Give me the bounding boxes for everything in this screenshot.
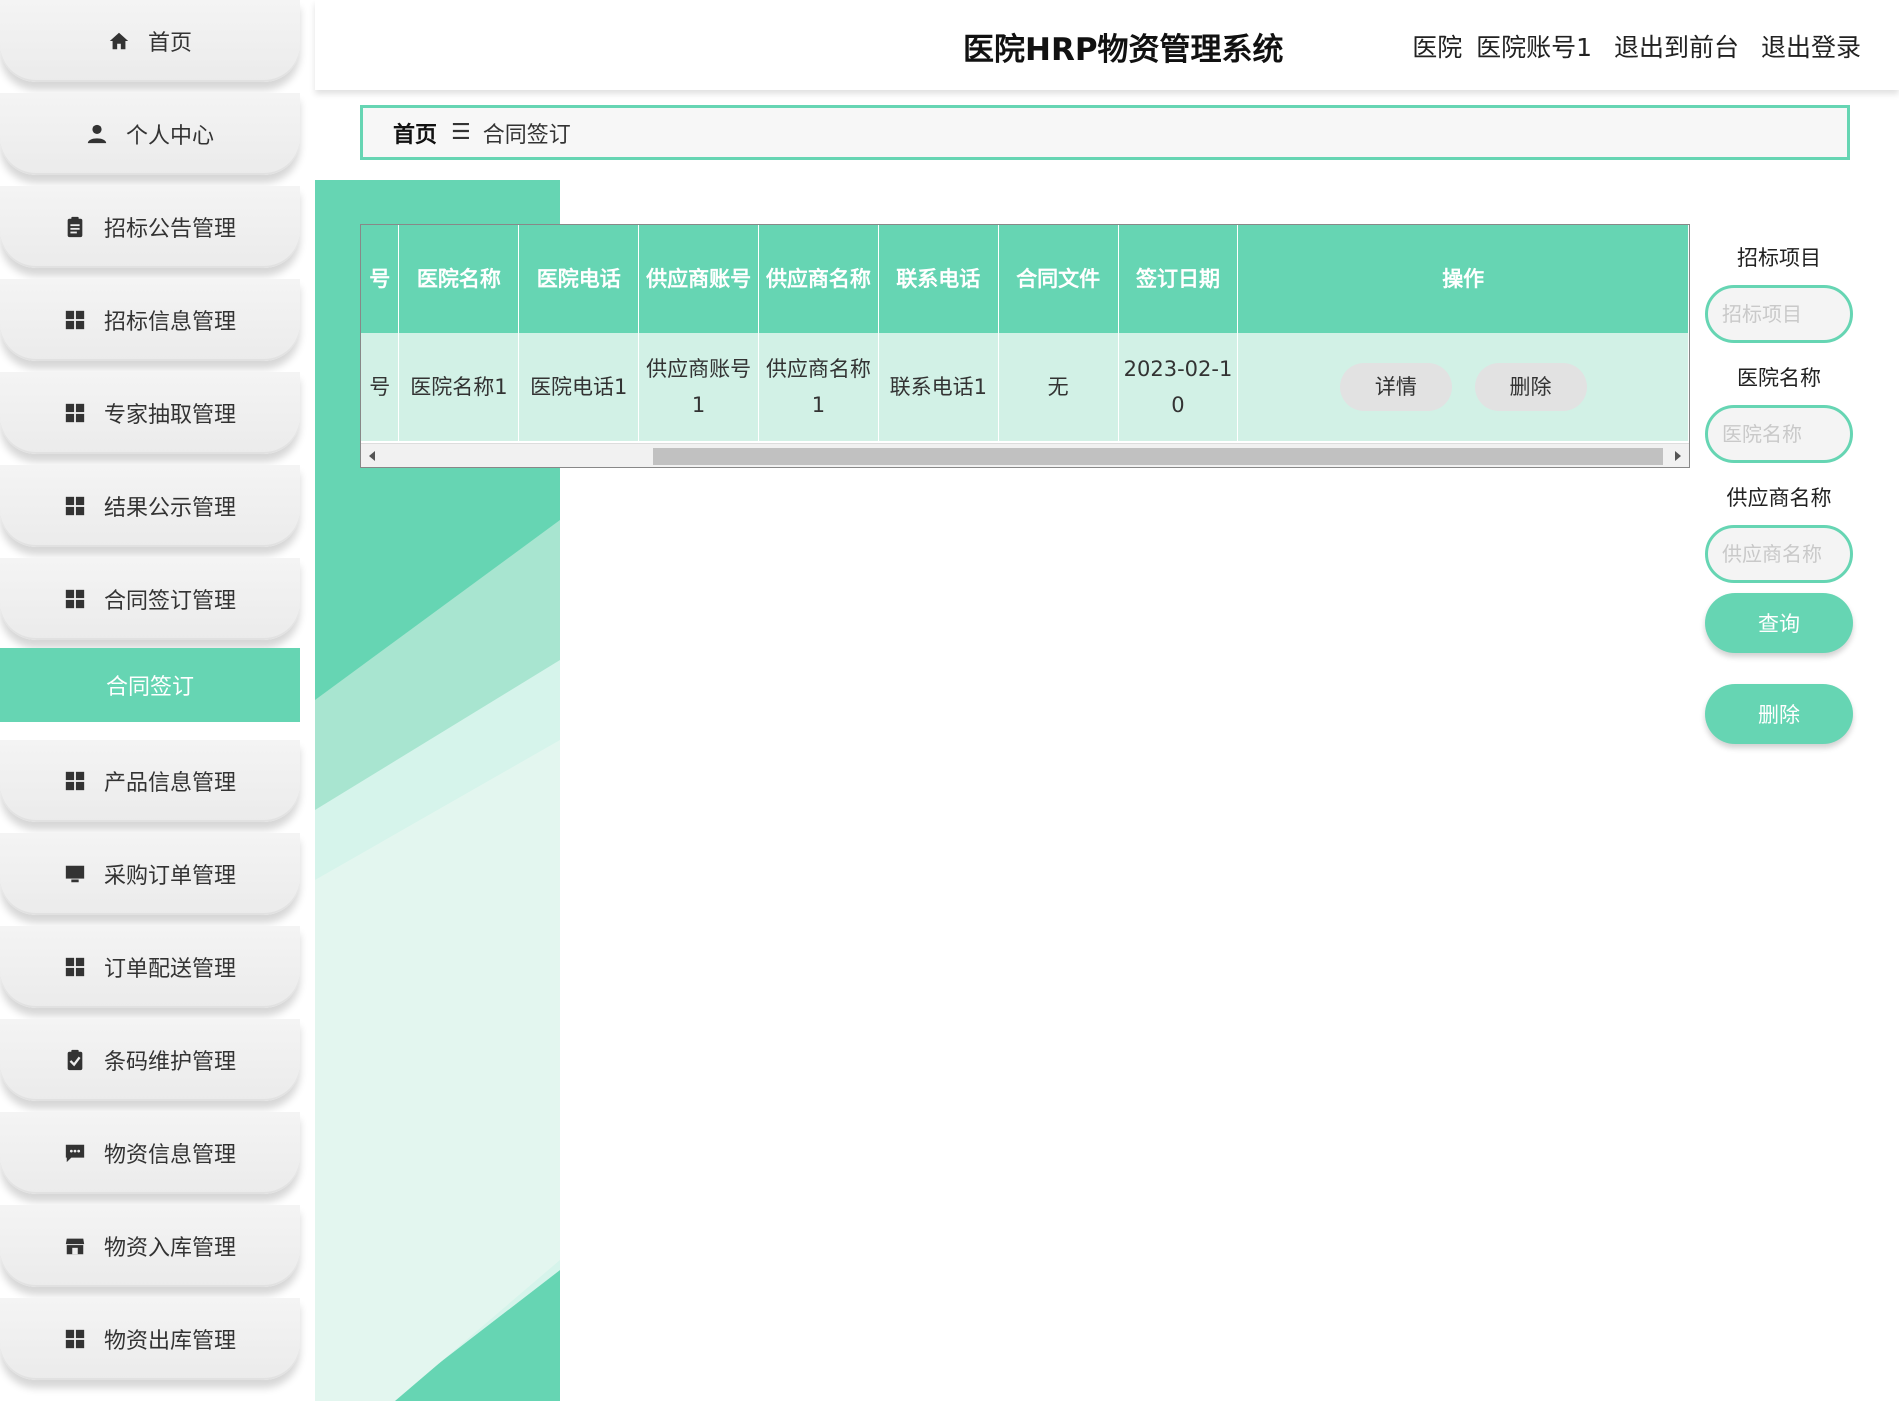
logout-link[interactable]: 退出登录 [1761,33,1861,62]
column-header: 操作 [1237,225,1689,333]
scrollbar-thumb[interactable] [653,448,1663,465]
sidebar-item-label: 采购订单管理 [103,864,236,889]
hospital-name-input[interactable] [1705,405,1853,463]
sidebar-item-result-public[interactable]: 结果公示管理 [0,465,300,547]
sidebar-item-stock-out[interactable]: 物资出库管理 [0,1298,300,1380]
breadcrumb-current: 合同签订 [482,122,571,148]
sidebar-item-label: 订单配送管理 [103,957,236,982]
breadcrumb: 首页 ☰ 合同签订 [360,105,1850,160]
app-title: 医院HRP物资管理系统 [963,32,1284,68]
sidebar-item-profile[interactable]: 个人中心 [0,93,300,175]
grid-icon [64,309,86,331]
sidebar-item-label: 产品信息管理 [103,771,236,796]
column-header[interactable]: 号 [361,225,400,333]
row-actions: 详情 删除 [1237,333,1689,441]
breadcrumb-separator-icon: ☰ [451,120,471,145]
sidebar-item-order-delivery[interactable]: 订单配送管理 [0,926,300,1008]
sidebar-item-label: 结果公示管理 [103,496,236,521]
top-header: 医院HRP物资管理系统 医院 医院账号1 退出到前台 退出登录 [315,0,1899,90]
sidebar-item-label: 个人中心 [125,124,214,149]
delete-button[interactable]: 删除 [1705,684,1853,744]
sidebar-subitem-contract-sign[interactable]: 合同签订 [0,648,300,722]
clipboard-check-icon [64,1049,86,1071]
column-header[interactable]: 供应商名称 [758,225,879,333]
sidebar-item-expert-draw[interactable]: 专家抽取管理 [0,372,300,454]
horizontal-scrollbar[interactable] [361,443,1689,467]
table-row: 号 医院名称1 医院电话1 供应商账号1 供应商名称1 联系电话1 无 2023… [361,333,1689,441]
table: 号 医院名称 医院电话 供应商账号 供应商名称 联系电话 合同文件 签订日期 操… [361,225,1689,441]
sidebar-item-barcode[interactable]: 条码维护管理 [0,1019,300,1101]
table-cell: 2023-02-10 [1118,333,1239,441]
table-cell: 供应商账号1 [638,333,760,441]
back-to-front-link[interactable]: 退出到前台 [1614,33,1739,62]
sidebar-item-label: 合同签订管理 [103,589,236,614]
home-icon [108,30,130,52]
grid-icon [64,588,86,610]
sidebar-item-label: 招标公告管理 [103,217,236,242]
chat-icon [64,1142,86,1164]
column-header[interactable]: 联系电话 [878,225,999,333]
supplier-name-label: 供应商名称 [1726,486,1832,510]
user-account: 医院账号1 [1476,33,1593,62]
sidebar-subitem-label: 合同签订 [105,675,194,700]
sidebar-item-label: 条码维护管理 [103,1050,236,1075]
sidebar-item-tender-info[interactable]: 招标信息管理 [0,279,300,361]
row-delete-button[interactable]: 删除 [1474,363,1587,411]
table-cell: 号 [361,333,400,441]
table-cell: 无 [998,333,1119,441]
sidebar-item-product-info[interactable]: 产品信息管理 [0,740,300,822]
column-header[interactable]: 供应商账号 [638,225,760,333]
user-icon [86,123,108,145]
grid-icon [64,402,86,424]
grid-icon [64,956,86,978]
sidebar: 首页 个人中心 招标公告管理 招标信息管理 专家抽取管理 结果公示管理 合同签订… [0,0,300,1401]
sidebar-item-contract-manage[interactable]: 合同签订管理 [0,558,300,640]
column-header[interactable]: 合同文件 [998,225,1119,333]
grid-icon [64,1328,86,1350]
sidebar-item-label: 专家抽取管理 [103,403,236,428]
sidebar-item-label: 招标信息管理 [103,310,236,335]
sidebar-item-label: 物资入库管理 [103,1236,236,1261]
scroll-left-arrow-icon[interactable] [361,444,383,467]
sidebar-item-stock-in[interactable]: 物资入库管理 [0,1205,300,1287]
grid-icon [64,770,86,792]
column-header[interactable]: 医院名称 [398,225,520,333]
table-header-row: 号 医院名称 医院电话 供应商账号 供应商名称 联系电话 合同文件 签订日期 操… [361,225,1689,333]
column-header[interactable]: 签订日期 [1118,225,1239,333]
sidebar-item-label: 物资出库管理 [103,1329,236,1354]
header-user-area: 医院 医院账号1 退出到前台 退出登录 [1398,28,1861,64]
contract-table: 号 医院名称 医院电话 供应商账号 供应商名称 联系电话 合同文件 签订日期 操… [360,224,1690,468]
sidebar-item-label: 物资信息管理 [103,1143,236,1168]
scroll-right-arrow-icon[interactable] [1667,444,1689,467]
table-cell: 医院电话1 [518,333,640,441]
supplier-name-input[interactable] [1705,525,1853,583]
monitor-icon [64,863,86,885]
user-role: 医院 [1412,33,1463,62]
sidebar-item-home[interactable]: 首页 [0,0,300,82]
hospital-name-label: 医院名称 [1737,366,1821,390]
tender-project-input[interactable] [1705,285,1853,343]
sidebar-item-tender-notice[interactable]: 招标公告管理 [0,186,300,268]
grid-icon [64,495,86,517]
table-cell: 供应商名称1 [758,333,879,441]
table-cell: 联系电话1 [878,333,999,441]
column-header[interactable]: 医院电话 [518,225,640,333]
sidebar-item-label: 首页 [147,31,192,56]
sidebar-item-material-info[interactable]: 物资信息管理 [0,1112,300,1194]
sidebar-item-purchase-order[interactable]: 采购订单管理 [0,833,300,915]
detail-button[interactable]: 详情 [1339,363,1452,411]
breadcrumb-home[interactable]: 首页 [393,117,437,149]
clipboard-icon [64,216,86,238]
table-cell: 医院名称1 [398,333,520,441]
store-icon [64,1235,86,1257]
query-button[interactable]: 查询 [1705,593,1853,653]
tender-project-label: 招标项目 [1737,246,1821,270]
